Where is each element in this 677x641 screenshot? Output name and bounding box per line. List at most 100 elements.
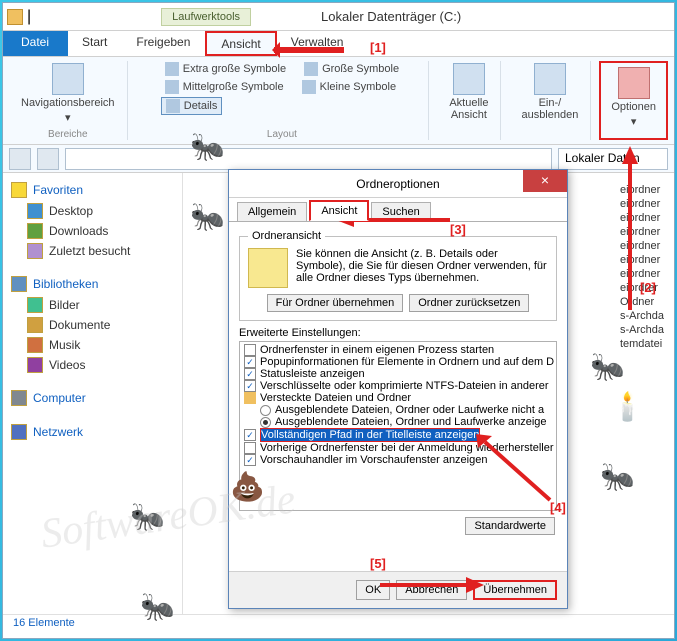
- view-details-label: Details: [184, 100, 218, 112]
- documents-icon: [27, 317, 43, 333]
- sidebar-videos[interactable]: Videos: [7, 355, 178, 375]
- file-row[interactable]: s-Archda: [620, 309, 664, 323]
- sidebar-network[interactable]: Netzwerk: [7, 421, 178, 443]
- cancel-button[interactable]: Abbrechen: [396, 580, 467, 600]
- view-medium[interactable]: Mittelgroße Symbole: [161, 79, 288, 95]
- contextual-tooltab[interactable]: Laufwerktools: [161, 8, 251, 26]
- sidebar-pictures-label: Bilder: [49, 298, 80, 312]
- ribbon-group-hide: Ein-/ ausblenden: [509, 61, 591, 140]
- ok-button[interactable]: OK: [356, 580, 390, 600]
- item-count: 16 Elemente: [13, 617, 75, 629]
- quick-launch: |: [7, 8, 31, 26]
- back-button[interactable]: [9, 148, 31, 170]
- chevron-down-icon: ▾: [631, 115, 637, 128]
- advanced-settings-label: Erweiterte Einstellungen:: [239, 327, 557, 339]
- dialog-buttons: OK Abbrechen Übernehmen: [229, 571, 567, 608]
- sidebar-favorites[interactable]: Favoriten: [7, 179, 178, 201]
- options-icon: [618, 67, 650, 99]
- checkbox-icon[interactable]: [244, 442, 256, 454]
- file-row[interactable]: eiordner: [620, 253, 664, 267]
- setting-hidden-hide[interactable]: Ausgeblendete Dateien, Ordner oder Laufw…: [242, 404, 554, 416]
- star-icon: [11, 182, 27, 198]
- file-row[interactable]: eiordner: [620, 239, 664, 253]
- tab-share[interactable]: Freigeben: [122, 31, 205, 56]
- view-details[interactable]: Details: [161, 97, 223, 115]
- folder-icon: [244, 392, 256, 404]
- xlarge-icon: [165, 62, 179, 76]
- checkbox-icon[interactable]: ✓: [244, 356, 256, 368]
- desktop-icon: [27, 203, 43, 219]
- setting-statusbar[interactable]: ✓Statusleiste anzeigen: [242, 368, 554, 380]
- view-large[interactable]: Große Symbole: [300, 61, 403, 77]
- sidebar-music[interactable]: Musik: [7, 335, 178, 355]
- dialog-tab-view[interactable]: Ansicht: [309, 200, 369, 221]
- sidebar-recent-label: Zuletzt besucht: [49, 244, 130, 258]
- checkbox-icon[interactable]: ✓: [244, 380, 256, 392]
- file-row[interactable]: eiordner: [620, 197, 664, 211]
- tab-manage[interactable]: Verwalten: [277, 31, 359, 56]
- folder-view-desc: Sie können die Ansicht (z. B. Details od…: [296, 248, 548, 288]
- file-row[interactable]: Ordner: [620, 295, 664, 309]
- file-row[interactable]: eiordner: [620, 183, 664, 197]
- options-button[interactable]: Optionen ▾: [607, 65, 660, 130]
- pictures-icon: [27, 297, 43, 313]
- setting-own-process[interactable]: Ordnerfenster in einem eigenen Prozess s…: [242, 344, 554, 356]
- view-small[interactable]: Kleine Symbole: [298, 79, 400, 95]
- setting-full-path-titlebar[interactable]: ✓Vollständigen Pfad in der Titelleiste a…: [242, 428, 554, 442]
- sidebar-downloads[interactable]: Downloads: [7, 221, 178, 241]
- apply-button[interactable]: Übernehmen: [473, 580, 557, 600]
- setting-preview-handler[interactable]: ✓Vorschauhandler im Vorschaufenster anze…: [242, 454, 554, 466]
- dialog-titlebar[interactable]: Ordneroptionen ×: [229, 170, 567, 198]
- computer-icon: [11, 390, 27, 406]
- reset-folders-button[interactable]: Ordner zurücksetzen: [409, 294, 529, 312]
- sidebar-network-label: Netzwerk: [33, 425, 83, 439]
- file-row[interactable]: eiordner: [620, 267, 664, 281]
- forward-button[interactable]: [37, 148, 59, 170]
- radio-icon[interactable]: [260, 405, 271, 416]
- sidebar-documents[interactable]: Dokumente: [7, 315, 178, 335]
- navigation-pane-button[interactable]: Navigationsbereich ▾: [17, 61, 119, 126]
- dialog-tab-general[interactable]: Allgemein: [237, 202, 307, 221]
- setting-popup-info[interactable]: ✓Popupinformationen für Elemente in Ordn…: [242, 356, 554, 368]
- sidebar-pictures[interactable]: Bilder: [7, 295, 178, 315]
- sidebar-libraries[interactable]: Bibliotheken: [7, 273, 178, 295]
- checkbox-icon[interactable]: ✓: [244, 368, 256, 380]
- checkbox-icon[interactable]: [244, 344, 256, 356]
- file-row[interactable]: eiordner: [620, 225, 664, 239]
- show-hide-button[interactable]: Ein-/ ausblenden: [517, 61, 582, 123]
- checkbox-icon[interactable]: ✓: [244, 454, 256, 466]
- dialog-tabs: Allgemein Ansicht Suchen: [229, 198, 567, 222]
- setting-restore-folders[interactable]: Vorherige Ordnerfenster bei der Anmeldun…: [242, 442, 554, 454]
- view-xlarge[interactable]: Extra große Symbole: [161, 61, 290, 77]
- chevron-down-icon: ▾: [65, 111, 71, 124]
- file-type-column: eiordner eiordner eiordner eiordner eior…: [620, 183, 664, 351]
- file-row[interactable]: eiordner: [620, 211, 664, 225]
- search-input[interactable]: Lokaler Daten: [558, 148, 668, 170]
- close-button[interactable]: ×: [523, 170, 567, 192]
- folder-view-fieldset: Ordneransicht Sie können die Ansicht (z.…: [239, 230, 557, 321]
- sidebar-computer[interactable]: Computer: [7, 387, 178, 409]
- breadcrumb[interactable]: [65, 148, 552, 170]
- tab-view[interactable]: Ansicht: [205, 31, 276, 56]
- tab-start[interactable]: Start: [68, 31, 122, 56]
- radio-icon[interactable]: [260, 417, 271, 428]
- current-view-button[interactable]: Aktuelle Ansicht: [445, 61, 492, 123]
- sidebar-recent[interactable]: Zuletzt besucht: [7, 241, 178, 261]
- navpane-label: Navigationsbereich: [21, 97, 115, 109]
- file-row[interactable]: temdatei: [620, 337, 664, 351]
- tab-file[interactable]: Datei: [3, 31, 68, 56]
- status-bar: 16 Elemente: [3, 614, 674, 638]
- file-row[interactable]: eiordrer: [620, 281, 664, 295]
- apply-to-folders-button[interactable]: Für Ordner übernehmen: [267, 294, 404, 312]
- advanced-settings-tree[interactable]: Ordnerfenster in einem eigenen Prozess s…: [239, 341, 557, 511]
- setting-hidden-files-group: Versteckte Dateien und Ordner: [242, 392, 554, 404]
- sidebar-desktop[interactable]: Desktop: [7, 201, 178, 221]
- setting-hidden-show[interactable]: Ausgeblendete Dateien, Ordner und Laufwe…: [242, 416, 554, 428]
- restore-defaults-button[interactable]: Standardwerte: [465, 517, 555, 535]
- current-view-label: Aktuelle Ansicht: [449, 97, 488, 121]
- dialog-tab-search[interactable]: Suchen: [371, 202, 430, 221]
- file-row[interactable]: s-Archda: [620, 323, 664, 337]
- sidebar-downloads-label: Downloads: [49, 224, 108, 238]
- checkbox-icon[interactable]: ✓: [244, 429, 256, 441]
- setting-encrypted-ntfs[interactable]: ✓Verschlüsselte oder komprimierte NTFS-D…: [242, 380, 554, 392]
